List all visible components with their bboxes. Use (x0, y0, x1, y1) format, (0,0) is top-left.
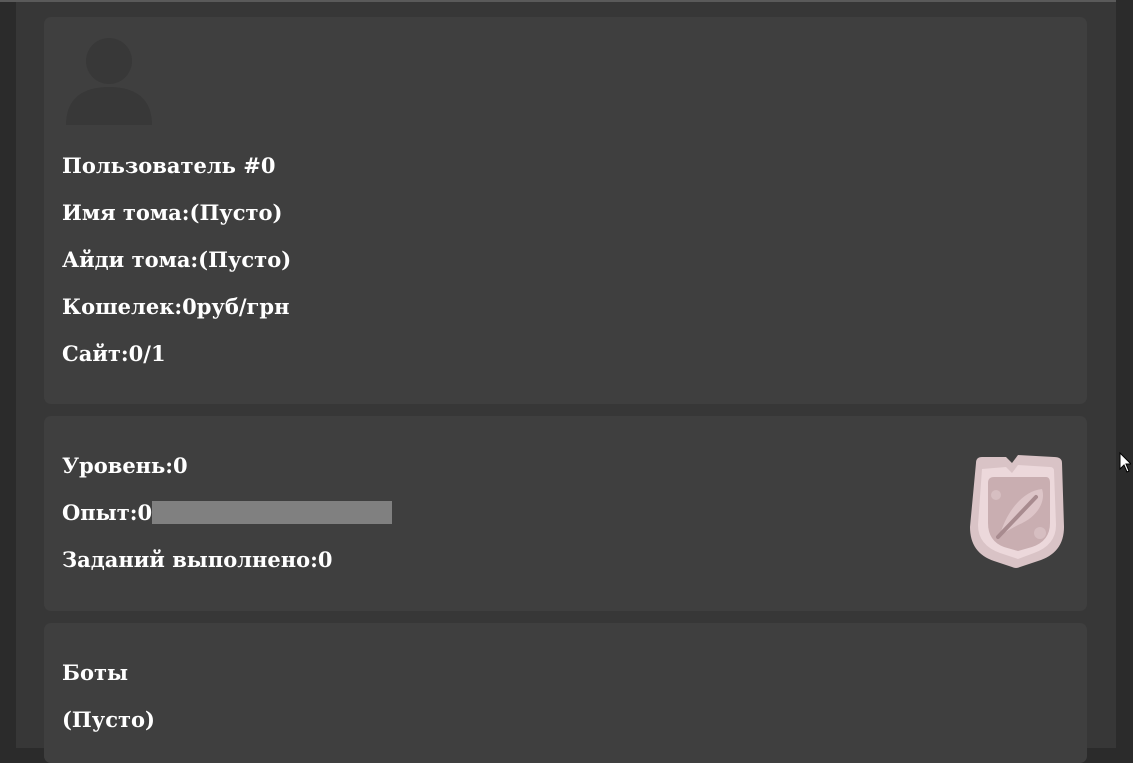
user-number: Пользователь #0 (62, 153, 276, 178)
bots-card: Боты (Пусто) (44, 623, 1087, 763)
xp-progress-bar (152, 501, 393, 524)
bots-title: Боты (62, 660, 129, 685)
tome-id: Айди тома:(Пусто) (62, 247, 292, 272)
feather-shield-badge-icon (970, 455, 1064, 568)
level-value: Уровень:0 (62, 453, 188, 478)
xp-row: Опыт:0 (62, 500, 393, 526)
level-card: Уровень:0 Опыт:0 Заданий выполнено:0 (44, 416, 1087, 611)
site-count: Сайт:0/1 (62, 341, 166, 366)
profile-card: Пользователь #0 Имя тома:(Пусто) Айди то… (44, 17, 1087, 404)
tasks-completed: Заданий выполнено:0 (62, 547, 333, 572)
wallet-balance: Кошелек:0руб/грн (62, 294, 290, 319)
tome-name: Имя тома:(Пусто) (62, 200, 283, 225)
scrollbar[interactable] (1116, 0, 1133, 748)
user-silhouette-icon (66, 38, 152, 125)
mouse-cursor-icon (1119, 452, 1131, 473)
bots-empty-state: (Пусто) (62, 707, 155, 732)
xp-label: Опыт:0 (62, 500, 153, 525)
